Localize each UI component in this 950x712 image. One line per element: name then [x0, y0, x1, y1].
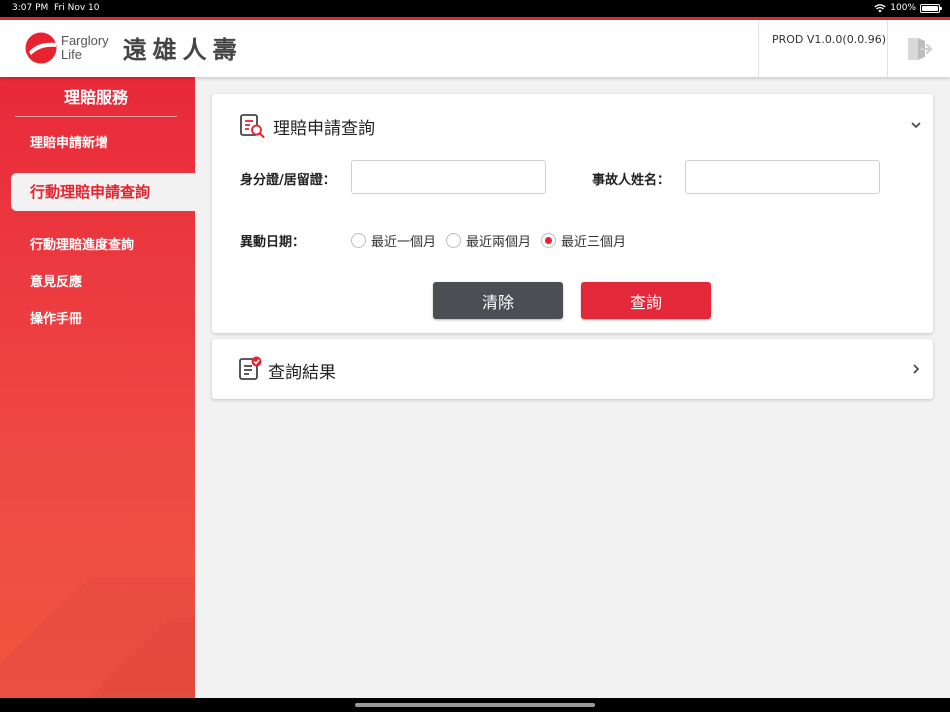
- radio-last-3-months[interactable]: [541, 233, 557, 248]
- sidebar-decoration: [0, 578, 195, 698]
- battery-fill: [922, 5, 938, 11]
- battery-icon: [920, 3, 942, 13]
- status-time: 3:07 PM: [12, 3, 49, 13]
- query-result-card[interactable]: 查詢結果: [212, 339, 933, 399]
- sidebar-item-feedback[interactable]: 意見反應: [30, 271, 82, 290]
- farglory-logo: Farglory Life 遠雄人壽: [25, 30, 243, 65]
- insured-name-label: 事故人姓名：: [592, 173, 671, 188]
- version-label: PROD V1.0.0(0.0.96): [758, 20, 888, 77]
- result-list-icon: [239, 356, 262, 380]
- home-indicator[interactable]: [355, 703, 595, 707]
- status-indicators: 100%: [874, 3, 942, 13]
- status-bar: 3:07 PM Fri Nov 10 100%: [0, 0, 950, 17]
- radio-label-last-1-month[interactable]: 最近一個月: [371, 231, 436, 250]
- change-date-label: 異動日期：: [240, 235, 306, 250]
- claim-query-title: 理賠申請查詢: [273, 119, 375, 139]
- sidebar: 理賠服務 理賠申請新增 行動理賠申請查詢 行動理賠進度查詢 意見反應 操作手冊: [0, 77, 195, 698]
- date-range-radio-group: 最近一個月 最近兩個月 最近三個月: [351, 231, 636, 250]
- app-header: Farglory Life 遠雄人壽 PROD V1.0.0(0.0.96): [0, 20, 950, 77]
- search-button[interactable]: 查詢: [581, 282, 711, 319]
- radio-label-last-2-months[interactable]: 最近兩個月: [466, 231, 531, 250]
- sidebar-title: 理賠服務: [15, 77, 177, 117]
- logo-en-line1: Farglory: [61, 32, 109, 48]
- insured-name-input[interactable]: [685, 160, 880, 194]
- battery-percent: 100%: [890, 3, 916, 13]
- sidebar-item-claim-query[interactable]: 行動理賠申請查詢: [11, 173, 195, 211]
- logout-door-icon[interactable]: [905, 36, 933, 62]
- sidebar-item-progress-query[interactable]: 行動理賠進度查詢: [30, 234, 134, 253]
- chevron-down-icon[interactable]: [910, 119, 922, 131]
- query-result-title: 查詢結果: [268, 363, 336, 383]
- main-content: 理賠申請查詢 身分證/居留證： 事故人姓名： 異動日期： 最近一個月 最近兩個月…: [195, 77, 950, 698]
- chevron-right-icon[interactable]: [910, 363, 922, 375]
- logo-chinese-text: 遠雄人壽: [122, 36, 243, 64]
- id-number-label: 身分證/居留證：: [240, 173, 336, 188]
- document-search-icon: [240, 114, 265, 138]
- sidebar-item-new-claim[interactable]: 理賠申請新增: [30, 132, 108, 151]
- home-bar: [0, 698, 950, 712]
- radio-label-last-3-months[interactable]: 最近三個月: [561, 231, 626, 250]
- farglory-logo-mark-icon: [25, 32, 57, 63]
- logo-en-line2: Life: [61, 46, 82, 62]
- sidebar-item-manual[interactable]: 操作手冊: [30, 308, 82, 327]
- radio-last-1-month[interactable]: [351, 233, 366, 248]
- radio-last-2-months[interactable]: [446, 233, 462, 248]
- app-screen: 3:07 PM Fri Nov 10 100% Farglory Life 遠雄…: [0, 0, 950, 712]
- clear-button[interactable]: 清除: [433, 282, 563, 319]
- status-date: Fri Nov 10: [54, 3, 100, 13]
- id-number-input[interactable]: [351, 160, 546, 194]
- logo-english-text: Farglory Life: [61, 32, 109, 62]
- claim-query-card: 理賠申請查詢 身分證/居留證： 事故人姓名： 異動日期： 最近一個月 最近兩個月…: [212, 94, 933, 333]
- wifi-icon: [874, 3, 886, 12]
